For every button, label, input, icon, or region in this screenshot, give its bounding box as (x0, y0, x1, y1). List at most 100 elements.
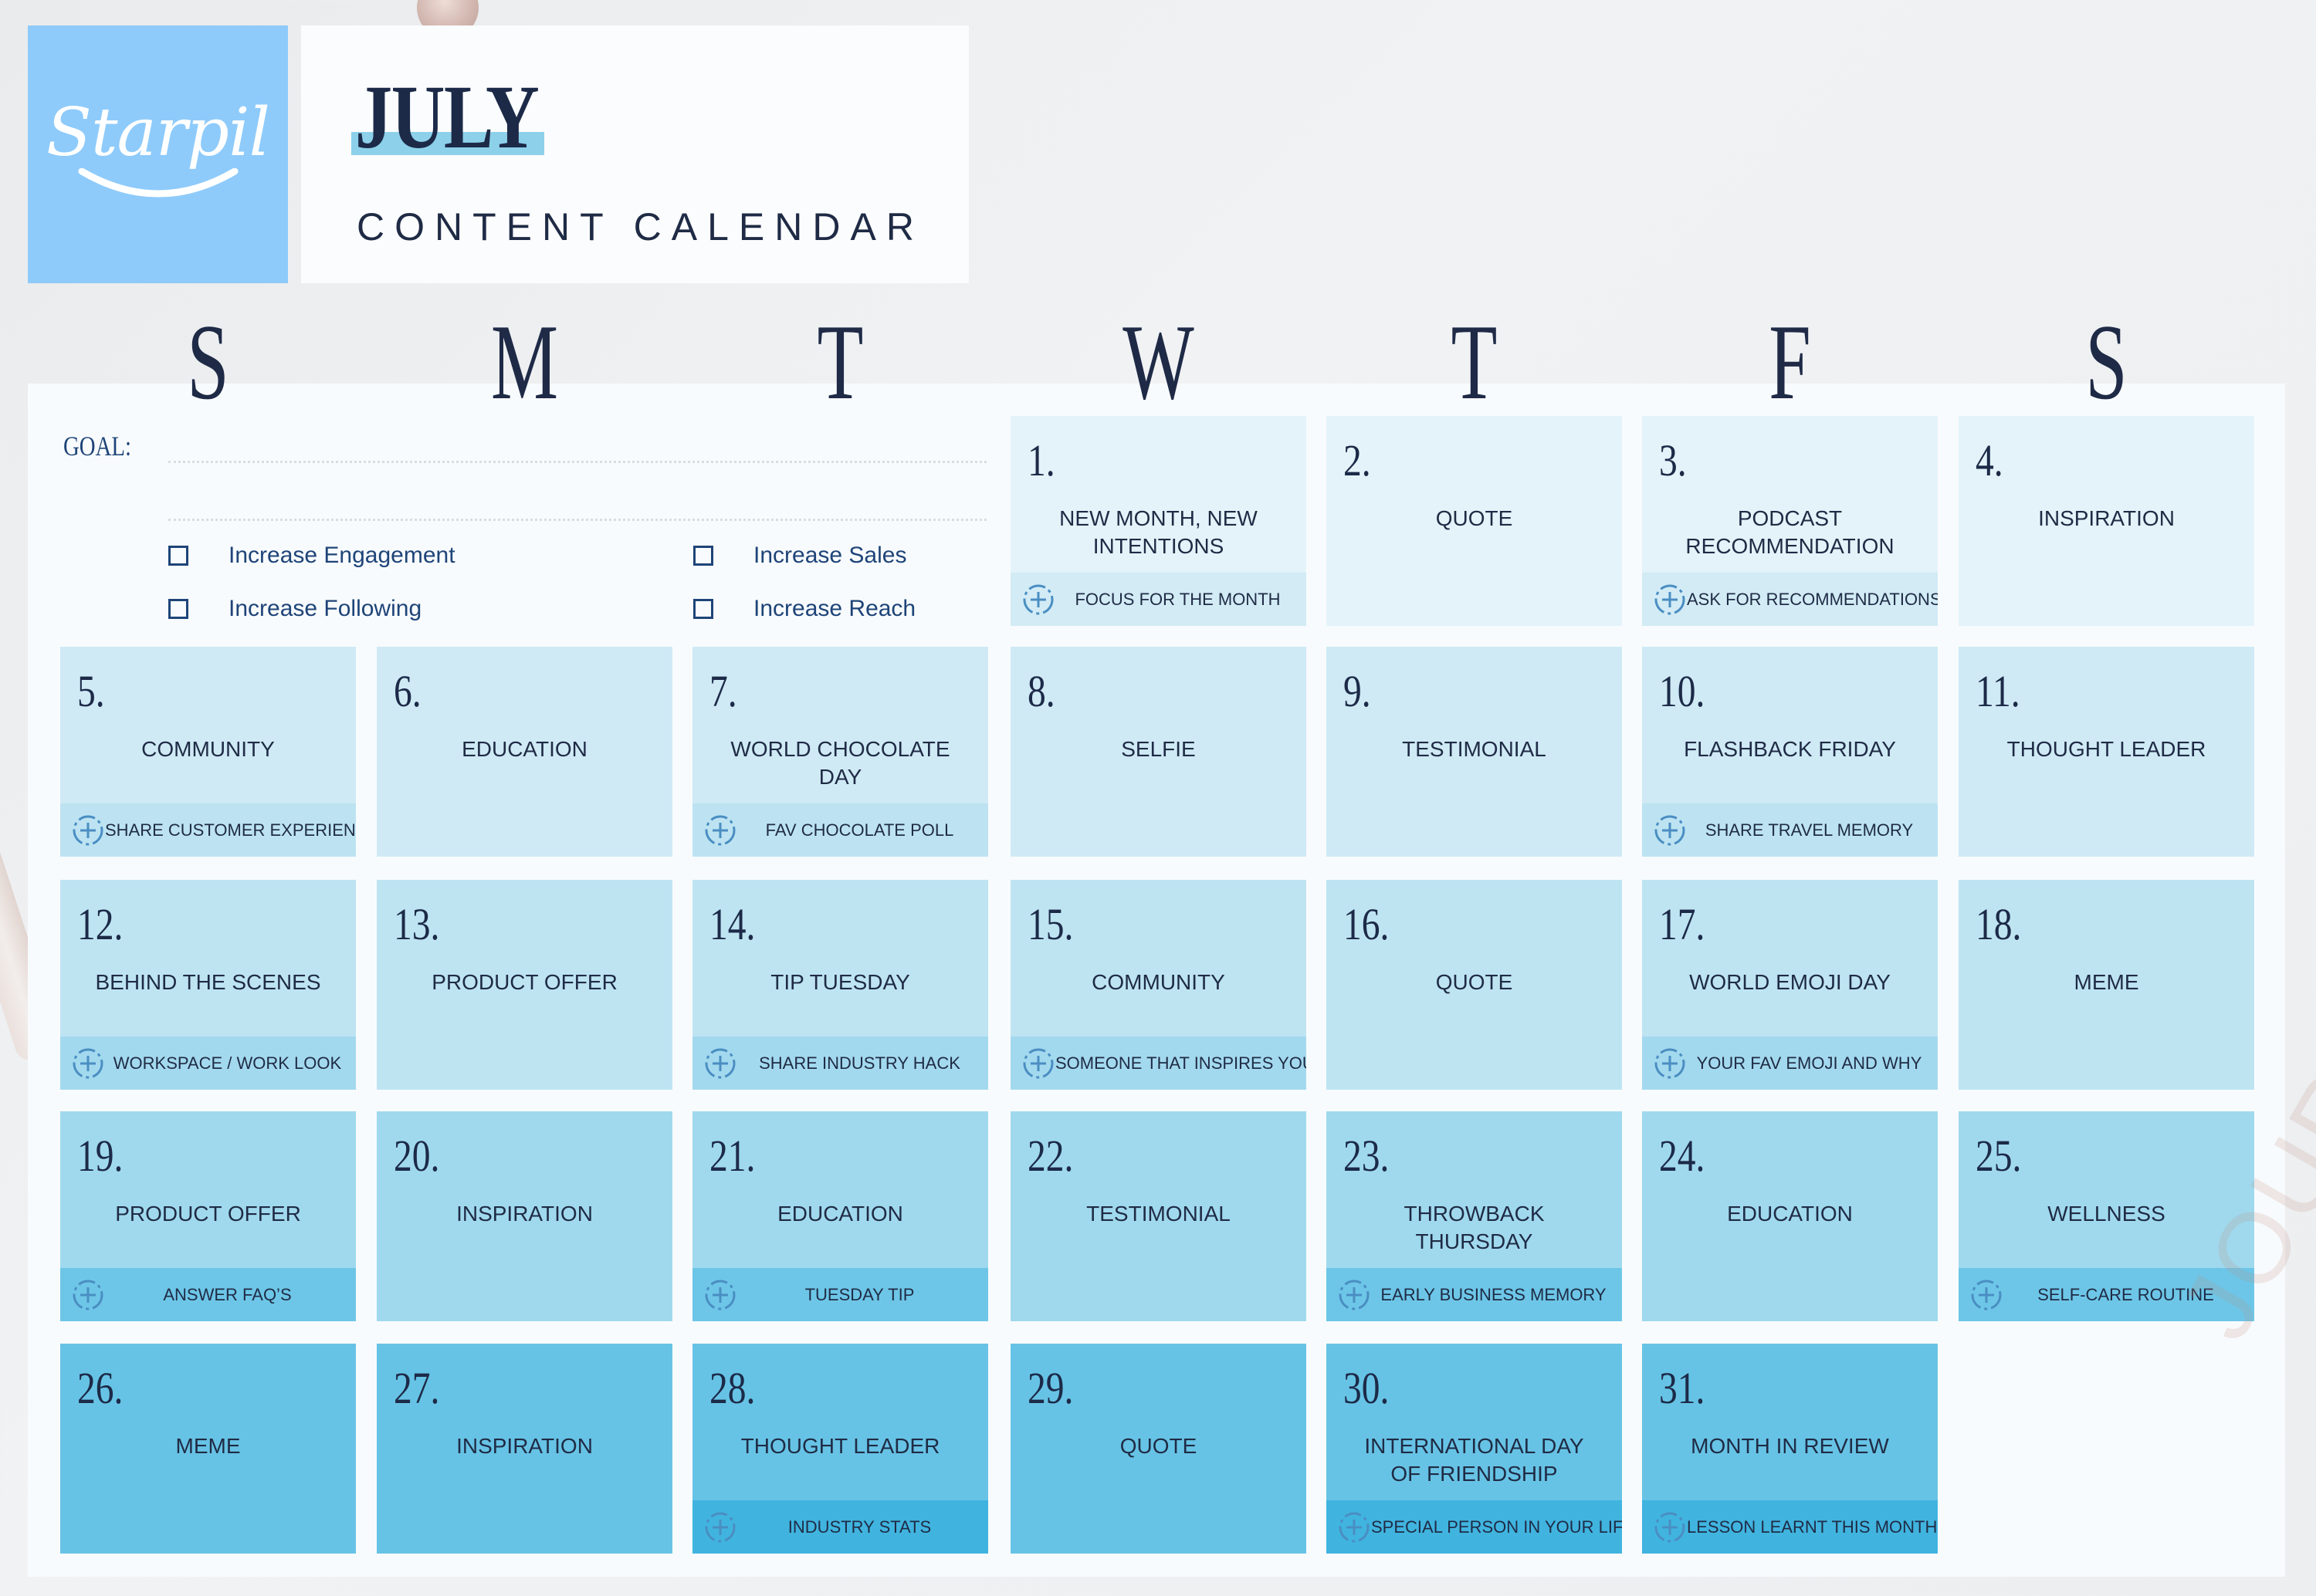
calendar-day-cell[interactable]: 2. QUOTE (1326, 416, 1622, 626)
calendar-day-cell[interactable]: 4. INSPIRATION (1959, 416, 2254, 626)
day-task-band[interactable]: LESSON LEARNT THIS MONTH (1642, 1500, 1938, 1554)
calendar-day-cell[interactable]: 30. INTERNATIONAL DAY OF FRIENDSHIP SPECI… (1326, 1344, 1622, 1554)
day-topic: BEHIND THE SCENES (95, 970, 321, 994)
day-task-band[interactable]: SPECIAL PERSON IN YOUR LIFE (1326, 1500, 1622, 1554)
add-circle-icon[interactable] (703, 1510, 737, 1544)
calendar-day-cell[interactable]: 24. EDUCATION (1642, 1111, 1938, 1321)
add-circle-icon[interactable] (71, 1278, 105, 1312)
day-task-band[interactable]: FOCUS FOR THE MONTH (1011, 573, 1306, 626)
goal-option-following[interactable]: Increase Following (168, 596, 422, 622)
add-circle-icon[interactable] (1337, 1510, 1371, 1544)
calendar-day-cell[interactable]: 21. EDUCATION TUESDAY TIP (692, 1111, 988, 1321)
day-number: 19. (77, 1131, 124, 1181)
add-circle-icon[interactable] (1653, 1047, 1687, 1080)
calendar-day-cell[interactable]: 14. TIP TUESDAY SHARE INDUSTRY HACK (692, 880, 988, 1090)
calendar-day-cell[interactable]: 27. INSPIRATION (377, 1344, 672, 1554)
calendar-day-cell[interactable]: 5. COMMUNITY SHARE CUSTOMER EXPERIENCE (60, 647, 356, 857)
goal-option-reach[interactable]: Increase Reach (693, 596, 916, 622)
goal-option-label: Increase Reach (753, 596, 916, 621)
day-task-band[interactable]: FAV CHOCOLATE POLL (692, 803, 988, 857)
calendar-day-cell[interactable]: 17. WORLD EMOJI DAY YOUR FAV EMOJI AND WH… (1642, 880, 1938, 1090)
add-circle-icon[interactable] (1653, 1510, 1687, 1544)
add-circle-icon[interactable] (703, 1278, 737, 1312)
goal-option-engagement[interactable]: Increase Engagement (168, 543, 455, 569)
day-task: ASK FOR RECOMMENDATIONS (1687, 589, 1938, 609)
day-number: 31. (1659, 1363, 1705, 1413)
calendar-day-cell[interactable]: 15. COMMUNITY SOMEONE THAT INSPIRES YOU (1011, 880, 1306, 1090)
checkbox[interactable] (693, 599, 713, 619)
add-circle-icon[interactable] (1337, 1278, 1371, 1312)
add-circle-icon[interactable] (1021, 583, 1055, 617)
day-topic: INSPIRATION (456, 1434, 593, 1458)
calendar-day-cell[interactable]: 1. NEW MONTH, NEW INTENTIONS FOCUS FOR TH… (1011, 416, 1306, 626)
checkbox[interactable] (168, 599, 188, 619)
day-task-band[interactable]: WORKSPACE / WORK LOOK (60, 1036, 356, 1090)
day-topic: QUOTE (1435, 970, 1513, 994)
add-circle-icon[interactable] (71, 1047, 105, 1080)
day-task-band[interactable]: INDUSTRY STATS (692, 1500, 988, 1554)
day-topic: MONTH IN REVIEW (1691, 1434, 1889, 1458)
add-circle-icon[interactable] (703, 813, 737, 847)
calendar-day-cell[interactable]: 11. THOUGHT LEADER (1959, 647, 2254, 857)
day-task-band[interactable]: SHARE TRAVEL MEMORY (1642, 803, 1938, 857)
add-circle-icon[interactable] (1021, 1047, 1055, 1080)
add-circle-icon[interactable] (1969, 1278, 2003, 1312)
day-number: 2. (1343, 435, 1371, 485)
calendar-day-cell[interactable]: 7. WORLD CHOCOLATE DAY FAV CHOCOLATE POLL (692, 647, 988, 857)
add-circle-icon[interactable] (703, 1047, 737, 1080)
calendar-day-cell[interactable]: 28. THOUGHT LEADER INDUSTRY STATS (692, 1344, 988, 1554)
add-circle-icon[interactable] (71, 813, 105, 847)
calendar-day-cell[interactable]: 26. MEME (60, 1344, 356, 1554)
brand-name: Starpil (46, 94, 270, 171)
calendar-day-cell[interactable]: 23. THROWBACK THURSDAY EARLY BUSINESS MEM… (1326, 1111, 1622, 1321)
day-task: LESSON LEARNT THIS MONTH (1687, 1517, 1938, 1537)
day-number: 1. (1028, 435, 1055, 485)
calendar-day-cell[interactable]: 13. PRODUCT OFFER (377, 880, 672, 1090)
calendar-day-cell[interactable]: 8. SELFIE (1011, 647, 1306, 857)
day-topic: THROWBACK THURSDAY (1403, 1202, 1545, 1253)
calendar-day-cell[interactable]: 31. MONTH IN REVIEW LESSON LEARNT THIS MO… (1642, 1344, 1938, 1554)
calendar-day-cell[interactable]: 29. QUOTE (1011, 1344, 1306, 1554)
day-task: FAV CHOCOLATE POLL (765, 820, 954, 840)
goal-line-2[interactable] (168, 519, 987, 521)
day-number: 5. (77, 666, 105, 716)
goal-option-sales[interactable]: Increase Sales (693, 543, 906, 569)
day-task-band[interactable]: ANSWER FAQ’S (60, 1268, 356, 1321)
calendar-day-cell[interactable]: 12. BEHIND THE SCENES WORKSPACE / WORK LO… (60, 880, 356, 1090)
day-task-band[interactable]: YOUR FAV EMOJI AND WHY (1642, 1036, 1938, 1090)
day-task: SOMEONE THAT INSPIRES YOU (1055, 1053, 1306, 1073)
goal-option-label: Increase Following (229, 596, 422, 621)
day-topic: COMMUNITY (141, 737, 275, 761)
title-card: JULY CONTENT CALENDAR (301, 25, 969, 283)
calendar-day-cell[interactable]: 16. QUOTE (1326, 880, 1622, 1090)
checkbox[interactable] (168, 546, 188, 566)
day-task-band[interactable]: SHARE CUSTOMER EXPERIENCE (60, 803, 356, 857)
day-number: 20. (394, 1131, 440, 1181)
calendar-day-cell[interactable]: 22. TESTIMONIAL (1011, 1111, 1306, 1321)
day-task: FOCUS FOR THE MONTH (1075, 589, 1281, 609)
day-topic: EDUCATION (777, 1202, 903, 1226)
day-task-band[interactable]: EARLY BUSINESS MEMORY (1326, 1268, 1622, 1321)
day-task-band[interactable]: TUESDAY TIP (692, 1268, 988, 1321)
calendar-day-cell[interactable]: 19. PRODUCT OFFER ANSWER FAQ’S (60, 1111, 356, 1321)
checkbox[interactable] (693, 546, 713, 566)
add-circle-icon[interactable] (1653, 813, 1687, 847)
goal-option-label: Increase Engagement (229, 543, 455, 568)
day-task-band[interactable]: SOMEONE THAT INSPIRES YOU (1011, 1036, 1306, 1090)
calendar-day-cell[interactable]: 9. TESTIMONIAL (1326, 647, 1622, 857)
goal-line-1[interactable] (168, 461, 987, 463)
day-topic: PRODUCT OFFER (115, 1202, 301, 1226)
day-task: INDUSTRY STATS (787, 1517, 932, 1537)
calendar-day-cell[interactable]: 6. EDUCATION (377, 647, 672, 857)
goal-option-label: Increase Sales (753, 543, 907, 568)
day-topic: THOUGHT LEADER (740, 1434, 940, 1458)
calendar-day-cell[interactable]: 20. INSPIRATION (377, 1111, 672, 1321)
day-task-band[interactable]: ASK FOR RECOMMENDATIONS (1642, 573, 1938, 626)
day-task-band[interactable]: SHARE INDUSTRY HACK (692, 1036, 988, 1090)
calendar-day-cell[interactable]: 3. PODCAST RECOMMENDATION ASK FOR RECOMME… (1642, 416, 1938, 626)
calendar-day-cell[interactable]: 10. FLASHBACK FRIDAY SHARE TRAVEL MEMORY (1642, 647, 1938, 857)
add-circle-icon[interactable] (1653, 583, 1687, 617)
brand-logo: Starpil (28, 25, 288, 283)
day-number: 26. (77, 1363, 124, 1413)
calendar-day-cell[interactable]: 18. MEME (1959, 880, 2254, 1090)
